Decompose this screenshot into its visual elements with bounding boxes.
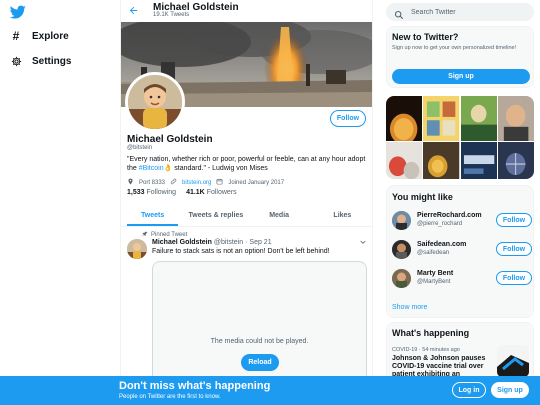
bio-text-end: standard." - Ludwig von Mises bbox=[172, 165, 268, 172]
pin-icon bbox=[142, 231, 148, 239]
profile-follow-button[interactable]: Follow bbox=[330, 110, 366, 127]
profile-website-link[interactable]: bitstein.org bbox=[182, 180, 211, 186]
suggested-follow-button[interactable]: Follow bbox=[496, 271, 532, 285]
media-error-message: The media could not be played. bbox=[210, 338, 309, 345]
profile-joined-date: Joined January 2017 bbox=[228, 179, 285, 186]
media-thumb-2[interactable] bbox=[423, 96, 460, 142]
profile-column: Michael Goldstein 19.1K Tweets Follow Mi… bbox=[120, 0, 373, 405]
signup-banner: Don't miss what's happening People on Tw… bbox=[0, 376, 540, 405]
suggested-account-avatar[interactable] bbox=[392, 269, 411, 288]
media-thumb-1[interactable] bbox=[386, 96, 423, 145]
right-sidebar: New to Twitter? Sign up now to get your … bbox=[385, 0, 535, 405]
suggested-follow-button[interactable]: Follow bbox=[496, 213, 532, 227]
suggested-account-name: Marty Bent bbox=[417, 270, 454, 277]
suggested-account-name: Saifedean.com bbox=[417, 241, 467, 248]
media-thumb-5[interactable] bbox=[386, 142, 423, 179]
reload-button[interactable]: Reload bbox=[241, 354, 279, 371]
search-icon bbox=[394, 7, 404, 20]
profile-name: Michael Goldstein bbox=[127, 134, 213, 145]
left-navigation: # Explore Settings bbox=[0, 0, 120, 405]
suggested-account-avatar[interactable] bbox=[392, 240, 411, 259]
link-icon bbox=[170, 178, 177, 187]
trend-meta: COVID-19 · 54 minutes ago bbox=[392, 347, 460, 353]
login-button[interactable]: Log in bbox=[452, 382, 486, 398]
suggested-account-handle: @saifedean bbox=[417, 250, 450, 256]
you-might-like-title: You might like bbox=[392, 192, 453, 202]
following-link[interactable]: 1,533 Following bbox=[127, 189, 176, 196]
suggested-account-handle: @pierre_rochard bbox=[417, 221, 463, 227]
followers-link[interactable]: 41.1K Followers bbox=[186, 189, 237, 196]
followers-count: 41.1K bbox=[186, 189, 205, 196]
banner-title: Don't miss what's happening bbox=[119, 380, 271, 392]
twitter-profile-page: # Explore Settings Michael Goldstein 19.… bbox=[0, 0, 540, 405]
banner-subtitle: People on Twitter are the first to know. bbox=[119, 394, 221, 400]
tweet-author-name[interactable]: Michael Goldstein bbox=[152, 239, 212, 246]
sidebar-signup-button[interactable]: Sign up bbox=[392, 69, 530, 84]
media-thumb-6[interactable] bbox=[423, 142, 460, 179]
profile-avatar[interactable] bbox=[125, 72, 185, 132]
header-tweet-count: 19.1K Tweets bbox=[153, 12, 190, 18]
following-label: Following bbox=[146, 189, 177, 196]
suggested-account-name: PierreRochard.com bbox=[417, 212, 482, 219]
show-more-link[interactable]: Show more bbox=[392, 304, 427, 311]
suggested-account[interactable]: Saifedean.com @saifedean Follow bbox=[392, 238, 532, 262]
nav-settings[interactable]: Settings bbox=[10, 55, 71, 67]
media-thumb-3[interactable] bbox=[460, 96, 497, 142]
whats-happening-title: What's happening bbox=[392, 328, 470, 338]
media-thumb-8[interactable] bbox=[497, 142, 534, 179]
nav-explore[interactable]: # Explore bbox=[10, 29, 69, 43]
media-thumbnail-grid bbox=[386, 96, 534, 179]
suggested-account-handle: @MartyBent bbox=[417, 279, 451, 285]
tweet-author-handle: @bitstein bbox=[213, 239, 244, 246]
nav-settings-label: Settings bbox=[32, 55, 72, 67]
suggested-account[interactable]: Marty Bent @MartyBent Follow bbox=[392, 267, 532, 291]
media-thumb-4[interactable] bbox=[497, 96, 534, 142]
followers-label: Followers bbox=[206, 189, 237, 196]
profile-header-bar: Michael Goldstein 19.1K Tweets bbox=[121, 0, 372, 22]
twitter-bird-icon[interactable] bbox=[9, 4, 26, 20]
profile-location: Port 8333 bbox=[139, 179, 166, 186]
trend-thumbnail[interactable] bbox=[497, 345, 529, 377]
tab-tweets-and-replies[interactable]: Tweets & replies bbox=[184, 205, 247, 226]
signup-button[interactable]: Sign up bbox=[491, 382, 529, 398]
bio-hashtag-link[interactable]: #Bitcoin bbox=[139, 165, 164, 172]
search-box[interactable] bbox=[386, 3, 534, 21]
suggested-follow-button[interactable]: Follow bbox=[496, 242, 532, 256]
pinned-label: Pinned Tweet bbox=[151, 232, 188, 238]
tab-likes[interactable]: Likes bbox=[311, 205, 372, 226]
ok-hand-emoji: 👌 bbox=[163, 165, 173, 172]
suggested-account-avatar[interactable] bbox=[392, 211, 411, 230]
chevron-down-icon[interactable] bbox=[359, 238, 367, 248]
gear-icon bbox=[10, 55, 22, 67]
new-to-twitter-title: New to Twitter? bbox=[392, 32, 459, 42]
tab-tweets[interactable]: Tweets bbox=[121, 205, 184, 226]
tweet-text: Failure to stack sats is not an option! … bbox=[152, 248, 330, 255]
nav-explore-label: Explore bbox=[32, 30, 69, 42]
search-input[interactable] bbox=[411, 8, 521, 16]
tab-media[interactable]: Media bbox=[248, 205, 311, 226]
hashtag-icon: # bbox=[12, 29, 20, 43]
profile-meta: Port 8333 bitstein.org Joined January 20… bbox=[127, 178, 284, 187]
tweet-separator: · bbox=[245, 239, 248, 246]
you-might-like-card: You might like PierreRochard.com @pierre… bbox=[386, 185, 534, 318]
tweet-header: Michael Goldstein @bitstein · Sep 21 bbox=[152, 239, 272, 246]
new-to-twitter-description: Sign up now to get your own personalized… bbox=[392, 45, 517, 51]
profile-bio: "Every nation, whether rich or poor, pow… bbox=[127, 155, 367, 173]
following-count: 1,533 bbox=[127, 189, 145, 196]
tweet-date[interactable]: Sep 21 bbox=[249, 239, 271, 246]
media-thumb-7[interactable] bbox=[460, 142, 497, 179]
tweet-author-avatar[interactable] bbox=[127, 239, 147, 259]
profile-tabs: Tweets Tweets & replies Media Likes bbox=[121, 205, 372, 227]
profile-handle: @bitstein bbox=[127, 145, 153, 151]
new-to-twitter-card: New to Twitter? Sign up now to get your … bbox=[386, 26, 534, 88]
back-arrow-icon[interactable] bbox=[128, 5, 140, 17]
calendar-icon bbox=[216, 178, 223, 187]
location-pin-icon bbox=[127, 178, 134, 187]
profile-stats: 1,533 Following 41.1K Followers bbox=[127, 189, 237, 196]
suggested-account[interactable]: PierreRochard.com @pierre_rochard Follow bbox=[392, 209, 532, 233]
